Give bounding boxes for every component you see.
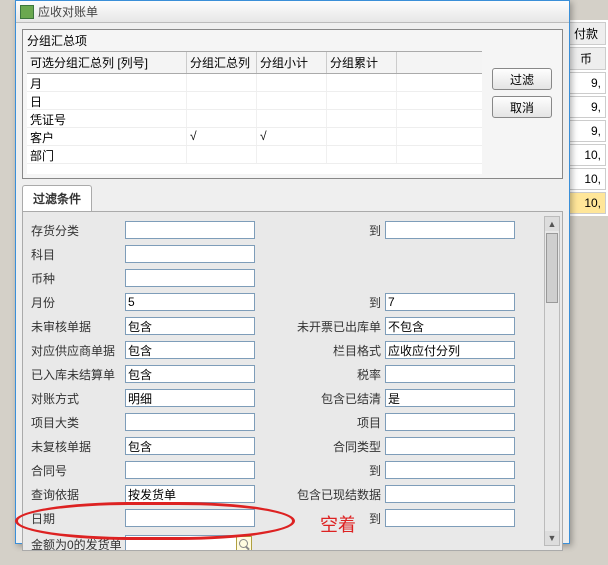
field-input[interactable] bbox=[125, 365, 255, 383]
field-label: 日期 bbox=[25, 510, 125, 527]
scroll-down-icon[interactable]: ▼ bbox=[545, 531, 559, 545]
table-row[interactable]: 客户√√ bbox=[27, 128, 482, 146]
field-label: 到 bbox=[275, 510, 385, 527]
field-input[interactable] bbox=[125, 509, 255, 527]
field-label: 对账方式 bbox=[25, 390, 125, 407]
field-input[interactable] bbox=[385, 389, 515, 407]
scrollbar[interactable]: ▲ ▼ bbox=[544, 216, 560, 546]
field-input[interactable] bbox=[125, 245, 255, 263]
field-label: 科目 bbox=[25, 246, 125, 263]
field-label: 到 bbox=[275, 294, 385, 311]
filter-button[interactable]: 过滤 bbox=[492, 68, 552, 90]
background-table: 付款 币 9, 9, 9, 10, 10, 10, bbox=[564, 20, 608, 216]
group-summary-title: 分组汇总项 bbox=[23, 30, 562, 51]
field-input[interactable] bbox=[385, 509, 515, 527]
table-row[interactable]: 日 bbox=[27, 92, 482, 110]
field-label: 对应供应商单据 bbox=[25, 342, 125, 359]
field-label: 币种 bbox=[25, 270, 125, 287]
field-label: 项目大类 bbox=[25, 414, 125, 431]
field-label: 税率 bbox=[275, 366, 385, 383]
field-input[interactable] bbox=[125, 437, 255, 455]
field-label: 合同号 bbox=[25, 462, 125, 479]
field-label: 包含已结清 bbox=[275, 390, 385, 407]
field-input[interactable] bbox=[385, 341, 515, 359]
group-summary-box: 分组汇总项 可选分组汇总列 [列号] 分组汇总列 分组小计 分组累计 月日凭证号… bbox=[22, 29, 563, 179]
field-label: 项目 bbox=[275, 414, 385, 431]
scroll-thumb[interactable] bbox=[546, 233, 558, 303]
app-icon bbox=[20, 5, 34, 19]
window-title: 应收对账单 bbox=[38, 3, 98, 20]
filter-panel: 存货分类科目币种月份未审核单据对应供应商单据已入库未结算单对账方式项目大类未复核… bbox=[22, 211, 563, 551]
field-label: 栏目格式 bbox=[275, 342, 385, 359]
field-label: 已入库未结算单 bbox=[25, 366, 125, 383]
field-input[interactable] bbox=[385, 365, 515, 383]
field-input[interactable] bbox=[125, 485, 255, 503]
table-row[interactable]: 部门 bbox=[27, 146, 482, 164]
field-input[interactable] bbox=[125, 221, 255, 239]
field-input[interactable] bbox=[125, 293, 255, 311]
field-input[interactable] bbox=[385, 437, 515, 455]
cancel-button[interactable]: 取消 bbox=[492, 96, 552, 118]
field-label: 合同类型 bbox=[275, 438, 385, 455]
field-label-zero-amount: 金额为0的发货单 bbox=[25, 536, 125, 552]
field-input[interactable] bbox=[385, 317, 515, 335]
field-input[interactable] bbox=[385, 221, 515, 239]
field-label: 到 bbox=[275, 462, 385, 479]
field-input[interactable] bbox=[125, 389, 255, 407]
field-input[interactable] bbox=[125, 461, 255, 479]
field-input[interactable] bbox=[125, 269, 255, 287]
field-input[interactable] bbox=[125, 317, 255, 335]
group-grid[interactable]: 可选分组汇总列 [列号] 分组汇总列 分组小计 分组累计 月日凭证号客户√√部门 bbox=[27, 51, 482, 174]
scroll-up-icon[interactable]: ▲ bbox=[545, 217, 559, 231]
titlebar[interactable]: 应收对账单 bbox=[16, 1, 569, 23]
field-input[interactable] bbox=[385, 485, 515, 503]
field-label: 到 bbox=[275, 222, 385, 239]
field-label: 未审核单据 bbox=[25, 318, 125, 335]
tab-filter-conditions[interactable]: 过滤条件 bbox=[22, 185, 92, 211]
search-icon[interactable] bbox=[236, 536, 252, 551]
field-label: 月份 bbox=[25, 294, 125, 311]
table-row[interactable]: 凭证号 bbox=[27, 110, 482, 128]
field-input[interactable] bbox=[385, 461, 515, 479]
field-label: 查询依据 bbox=[25, 486, 125, 503]
field-label: 未复核单据 bbox=[25, 438, 125, 455]
field-input[interactable] bbox=[125, 341, 255, 359]
field-label: 未开票已出库单 bbox=[275, 318, 385, 335]
field-label: 存货分类 bbox=[25, 222, 125, 239]
zero-amount-input[interactable] bbox=[125, 535, 237, 551]
field-input[interactable] bbox=[125, 413, 255, 431]
table-row[interactable]: 月 bbox=[27, 74, 482, 92]
field-input[interactable] bbox=[385, 413, 515, 431]
grid-header: 可选分组汇总列 [列号] 分组汇总列 分组小计 分组累计 bbox=[27, 52, 482, 74]
dialog-window: 应收对账单 分组汇总项 可选分组汇总列 [列号] 分组汇总列 分组小计 分组累计… bbox=[15, 0, 570, 544]
field-label: 包含已现结数据 bbox=[275, 486, 385, 503]
field-input[interactable] bbox=[385, 293, 515, 311]
